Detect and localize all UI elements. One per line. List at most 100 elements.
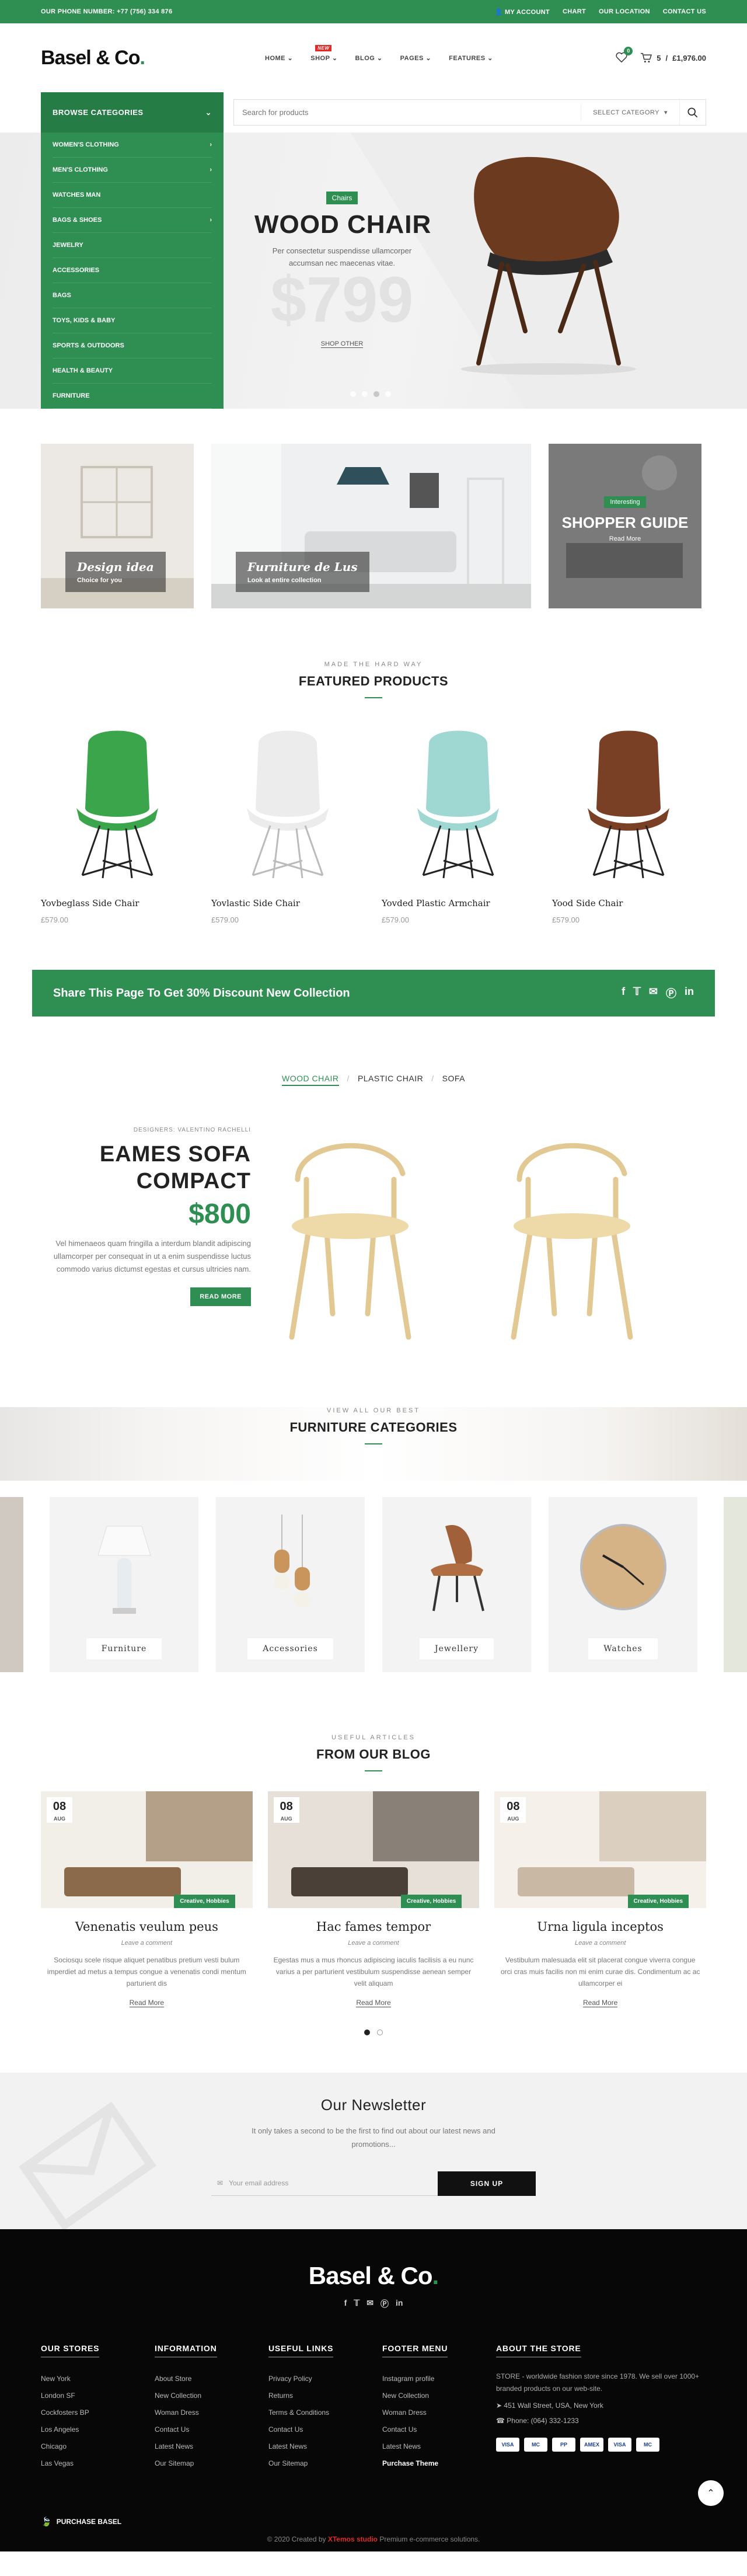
post-title[interactable]: Hac fames tempor <box>268 1920 480 1934</box>
product-image[interactable] <box>41 715 194 890</box>
twitter-icon[interactable]: 𝕋 <box>633 986 641 1001</box>
post-category-tag[interactable]: Creative, Hobbies <box>627 1895 689 1908</box>
slider-dot[interactable] <box>385 391 391 397</box>
footer-link[interactable]: Returns <box>268 2387 382 2404</box>
category-item[interactable]: HEALTH & BEAUTY <box>53 358 212 384</box>
nav-features[interactable]: FEATURES ⌄ <box>449 54 493 62</box>
read-more-link[interactable]: Read More <box>129 1999 165 2008</box>
location-link[interactable]: OUR LOCATION <box>599 8 650 16</box>
post-title[interactable]: Venenatis veulum peus <box>41 1920 253 1934</box>
slider-dot[interactable] <box>350 391 356 397</box>
footer-link[interactable]: Contact Us <box>268 2421 382 2438</box>
wishlist-icon[interactable]: 0 <box>616 46 633 64</box>
tab-sofa[interactable]: SOFA <box>442 1074 465 1086</box>
category-item[interactable]: TOYS, KIDS & BABY <box>53 308 212 333</box>
facebook-icon[interactable]: f <box>344 2298 347 2310</box>
category-item[interactable]: ACCESSORIES <box>53 258 212 283</box>
footer-link[interactable]: Chicago <box>41 2438 155 2455</box>
promo-shopper-guide[interactable]: Interesting SHOPPER GUIDE Read More <box>549 444 701 608</box>
footer-link[interactable]: Latest News <box>382 2438 496 2455</box>
category-card-watches[interactable]: Watches <box>549 1497 697 1672</box>
carousel-dot-active[interactable] <box>364 2030 370 2036</box>
footer-link[interactable]: Purchase Theme <box>382 2455 496 2472</box>
footer-link[interactable]: Latest News <box>268 2438 382 2455</box>
footer-link[interactable]: Instagram profile <box>382 2370 496 2387</box>
category-item[interactable]: SPORTS & OUTDOORS <box>53 333 212 358</box>
category-item[interactable]: JEWELRY <box>53 233 212 258</box>
tab-plastic-chair[interactable]: PLASTIC CHAIR <box>358 1074 423 1086</box>
category-item[interactable]: FURNITURE <box>53 384 212 409</box>
footer-link[interactable]: Contact Us <box>155 2421 268 2438</box>
footer-link[interactable]: New York <box>41 2370 155 2387</box>
contact-link[interactable]: CONTACT US <box>663 8 706 16</box>
category-item[interactable]: WATCHES MAN <box>53 183 212 208</box>
copyright-brand[interactable]: XTemos studio <box>328 2535 378 2543</box>
product-card[interactable]: Yovded Plastic Armchair £579.00 <box>382 715 535 924</box>
footer-link[interactable]: New Collection <box>155 2387 268 2404</box>
product-name[interactable]: Yovbeglass Side Chair <box>41 898 194 908</box>
footer-link[interactable]: Woman Dress <box>382 2404 496 2421</box>
footer-link[interactable]: About Store <box>155 2370 268 2387</box>
cart-button[interactable]: 5 / £1,976.00 <box>640 53 706 63</box>
email-icon[interactable]: ✉ <box>649 986 658 1001</box>
category-card-jewellery[interactable]: Jewellery <box>382 1497 531 1672</box>
promo-furniture-de-lus[interactable]: Furniture de Lus Look at entire collectio… <box>211 444 531 608</box>
category-item[interactable]: MEN'S CLOTHING › <box>53 158 212 183</box>
blog-image[interactable]: 08 AUG Creative, Hobbies <box>267 1791 480 1908</box>
pinterest-icon[interactable]: Ⓟ <box>381 2298 389 2310</box>
blog-image[interactable]: 08 AUG Creative, Hobbies <box>41 1791 253 1908</box>
sign-up-button[interactable]: SIGN UP <box>438 2171 536 2196</box>
email-field[interactable]: ✉ Your email address <box>211 2171 438 2196</box>
nav-home[interactable]: HOME ⌄ <box>265 54 293 62</box>
product-card[interactable]: Yovbeglass Side Chair £579.00 <box>41 715 194 924</box>
pinterest-icon[interactable]: Ⓟ <box>666 986 676 1001</box>
shop-other-link[interactable]: SHOP OTHER <box>320 340 364 348</box>
product-card[interactable]: Yood Side Chair £579.00 <box>552 715 705 924</box>
post-comment-link[interactable]: Leave a comment <box>41 1940 253 1947</box>
read-more-link[interactable]: Read More <box>582 1999 618 2008</box>
my-account-link[interactable]: 👤 MY ACCOUNT <box>495 8 550 16</box>
category-menu-toggle[interactable]: BROWSE CATEGORIES ⌄ <box>41 92 224 133</box>
footer-link[interactable]: Our Sitemap <box>155 2455 268 2472</box>
footer-link[interactable]: Woman Dress <box>155 2404 268 2421</box>
footer-link[interactable]: Las Vegas <box>41 2455 155 2472</box>
post-category-tag[interactable]: Creative, Hobbies <box>400 1895 462 1908</box>
product-image[interactable] <box>552 715 705 890</box>
slider-dot-active[interactable] <box>374 391 379 397</box>
category-item[interactable]: BAGS <box>53 283 212 308</box>
category-item[interactable]: WOMEN'S CLOTHING › <box>53 133 212 158</box>
search-input[interactable] <box>234 108 581 117</box>
category-select[interactable]: SELECT CATEGORY ▾ <box>581 104 679 121</box>
footer-logo[interactable]: Basel & Co. <box>0 2262 747 2290</box>
category-item[interactable]: BAGS & SHOES › <box>53 208 212 233</box>
promo-design-idea[interactable]: Design idea Choice for you <box>41 444 194 608</box>
footer-link[interactable]: Latest News <box>155 2438 268 2455</box>
read-more-button[interactable]: READ MORE <box>190 1287 251 1307</box>
nav-pages[interactable]: PAGES ⌄ <box>400 54 431 62</box>
chart-link[interactable]: CHART <box>563 8 586 16</box>
post-comment-link[interactable]: Leave a comment <box>268 1940 480 1947</box>
product-card[interactable]: Yovlastic Side Chair £579.00 <box>211 715 364 924</box>
read-more-link[interactable]: Read More <box>356 1999 391 2008</box>
post-comment-link[interactable]: Leave a comment <box>494 1940 706 1947</box>
post-title[interactable]: Urna ligula inceptos <box>494 1920 706 1934</box>
logo[interactable]: Basel & Co. <box>41 47 265 69</box>
product-image[interactable] <box>211 715 364 890</box>
product-name[interactable]: Yovlastic Side Chair <box>211 898 364 908</box>
footer-link[interactable]: Terms & Conditions <box>268 2404 382 2421</box>
carousel-dot[interactable] <box>377 2030 383 2036</box>
footer-link[interactable]: Our Sitemap <box>268 2455 382 2472</box>
product-name[interactable]: Yood Side Chair <box>552 898 705 908</box>
linkedin-icon[interactable]: in <box>685 986 694 1001</box>
category-card-accessories[interactable]: Accessories <box>216 1497 365 1672</box>
tab-wood-chair[interactable]: WOOD CHAIR <box>281 1074 339 1086</box>
facebook-icon[interactable]: f <box>622 986 625 1001</box>
purchase-basel-link[interactable]: 🍃 PURCHASE BASEL <box>41 2516 121 2527</box>
nav-blog[interactable]: BLOG ⌄ <box>355 54 383 62</box>
category-card-furniture[interactable]: Furniture <box>50 1497 198 1672</box>
slider-dot[interactable] <box>362 391 368 397</box>
blog-image[interactable]: 08 AUG Creative, Hobbies <box>494 1791 707 1908</box>
footer-link[interactable]: Privacy Policy <box>268 2370 382 2387</box>
twitter-icon[interactable]: 𝕋 <box>354 2298 359 2310</box>
footer-link[interactable]: New Collection <box>382 2387 496 2404</box>
